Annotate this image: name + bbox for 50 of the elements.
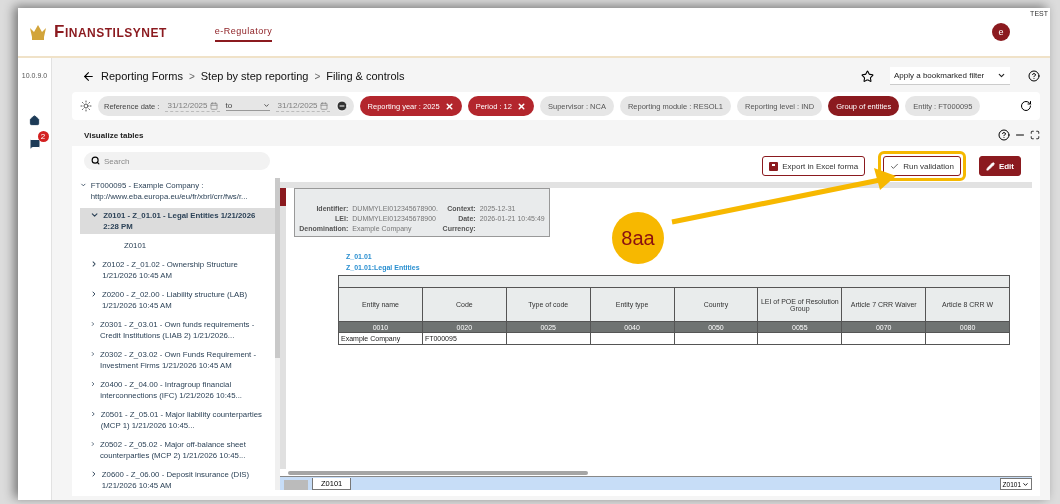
chevron-right-icon xyxy=(90,289,98,299)
back-arrow-icon[interactable] xyxy=(82,69,95,83)
nav-tab[interactable]: e-Regulatory xyxy=(214,22,273,42)
close-icon[interactable] xyxy=(516,101,526,111)
fullscreen-icon[interactable] xyxy=(1030,130,1040,140)
chevron-right-icon xyxy=(90,259,99,269)
date-range-select[interactable]: to xyxy=(225,101,270,111)
chevron-right-icon xyxy=(90,409,97,419)
section-title: Visualize tables xyxy=(84,130,144,140)
search-field[interactable]: Search xyxy=(84,152,270,170)
chevron-right-icon xyxy=(90,319,96,329)
breadcrumb-link[interactable]: Step by step reporting xyxy=(200,70,309,82)
chevron-down-icon xyxy=(90,210,100,220)
validate-button[interactable]: Run validation xyxy=(883,156,961,176)
star-icon[interactable] xyxy=(861,69,874,83)
caret-icon[interactable] xyxy=(997,71,1006,80)
pencil-icon xyxy=(985,161,995,171)
close-icon[interactable] xyxy=(444,101,454,111)
breadcrumb-link[interactable]: Filing & controls xyxy=(326,70,405,82)
export-button[interactable]: Export in Excel forma xyxy=(762,156,866,176)
breadcrumb-separator: > xyxy=(314,70,321,82)
chevron-right-icon xyxy=(90,469,98,479)
scrollbar-thumb[interactable] xyxy=(275,178,280,358)
user-avatar[interactable]: e xyxy=(992,23,1010,41)
check-icon xyxy=(890,161,900,171)
chevron-right-icon xyxy=(90,439,96,449)
scrollbar-thumb[interactable] xyxy=(280,188,286,206)
brand-name: Finanstilsynet xyxy=(54,22,167,42)
scrollbar-thumb[interactable] xyxy=(288,470,588,475)
help-icon[interactable] xyxy=(998,129,1010,141)
date-to-field[interactable]: 31/12/2025 xyxy=(275,100,330,112)
search-icon[interactable] xyxy=(91,156,100,165)
notification-badge: 2 xyxy=(37,131,49,142)
refresh-icon[interactable] xyxy=(1020,100,1032,112)
edit-button[interactable]: Edit xyxy=(978,156,1021,176)
remove-icon[interactable] xyxy=(335,100,348,112)
breadcrumb-link[interactable]: Reporting Forms xyxy=(101,70,183,82)
help-icon[interactable] xyxy=(1028,70,1040,82)
breadcrumb-separator: > xyxy=(188,70,195,82)
spreadsheet-icon xyxy=(769,161,779,171)
chevron-right-icon xyxy=(90,349,96,359)
chat-icon[interactable] xyxy=(28,138,41,150)
caret-icon[interactable] xyxy=(1022,480,1029,488)
step-marker: 8aa xyxy=(612,212,664,264)
bookmark-filter-select[interactable]: Apply a bookmarked filter xyxy=(890,67,1010,85)
sun-icon[interactable] xyxy=(80,100,92,112)
date-from-field[interactable]: 31/12/2025 xyxy=(165,100,220,112)
crown-icon xyxy=(28,24,48,40)
chevron-right-icon xyxy=(90,379,97,389)
home-icon[interactable] xyxy=(29,115,40,126)
